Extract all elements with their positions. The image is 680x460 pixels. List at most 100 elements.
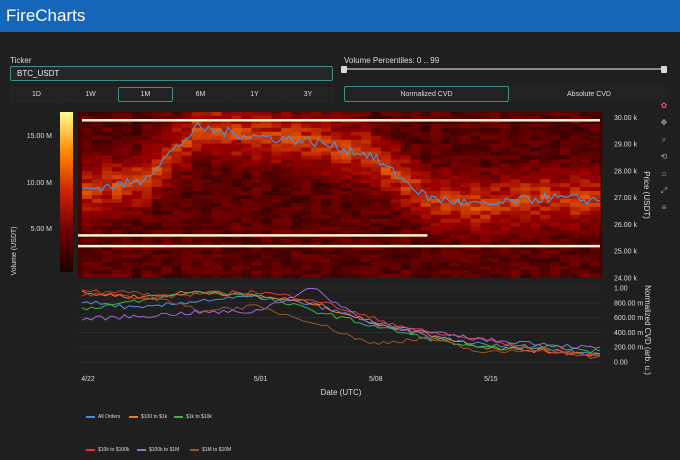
x-axis: 4/22 5/01 5/08 5/15	[81, 376, 498, 383]
heatmap-cell	[580, 112, 591, 117]
heatmap-cell	[251, 167, 262, 172]
heatmap-cell	[92, 175, 103, 180]
heatmap-cell	[281, 155, 292, 160]
heatmap-cell	[201, 226, 212, 231]
pan-icon[interactable]: ✥	[659, 118, 669, 128]
heatmap-cell	[530, 234, 541, 239]
heatmap-cell	[331, 155, 342, 160]
heatmap-cell	[111, 159, 123, 164]
heatmap-cell	[151, 127, 163, 133]
heatmap-cell	[470, 195, 481, 200]
heatmap-cell	[221, 199, 232, 204]
heatmap-cell	[550, 218, 561, 223]
heatmap-cell	[500, 238, 511, 243]
legend-item[interactable]: All Orders	[86, 414, 120, 420]
heatmap-cell	[560, 131, 571, 137]
heatmap-cell	[291, 187, 302, 192]
heatmap-cell	[410, 199, 422, 204]
legend-item[interactable]: $100k to $1M	[137, 447, 179, 453]
heatmap-cell	[311, 214, 322, 220]
lasso-icon[interactable]: ⟲	[659, 152, 669, 162]
heatmap-cell	[131, 199, 143, 204]
heatmap-cell	[161, 191, 173, 196]
heatmap-cell	[161, 112, 173, 117]
heatmap-cell	[560, 250, 571, 255]
heatmap-cell	[480, 151, 491, 156]
heatmap-cell	[221, 135, 232, 140]
hover-icon[interactable]: ≡	[659, 203, 669, 213]
heatmap-cell	[430, 183, 442, 188]
heatmap-cell	[470, 274, 481, 278]
heatmap-cell	[241, 214, 252, 220]
heatmap-cell	[241, 202, 252, 208]
heatmap-cell	[520, 135, 531, 140]
heatmap-cell	[231, 151, 242, 156]
legend-item[interactable]: $1k to $10k	[174, 414, 212, 420]
heatmap-cell	[131, 195, 143, 200]
heatmap-cell	[261, 147, 272, 152]
legend-item[interactable]: $1M to $10M	[190, 447, 231, 453]
price-tick: 27.00 k	[614, 195, 637, 202]
heatmap-cell	[370, 238, 382, 243]
heatmap-cell	[151, 175, 163, 180]
heatmap-cell	[351, 159, 362, 164]
heatmap-cell	[201, 151, 212, 156]
heatmap-cell	[351, 171, 362, 176]
heatmap-cell	[540, 123, 551, 129]
heatmap-cell	[500, 143, 511, 148]
heatmap-cell	[430, 187, 442, 192]
reset-icon[interactable]: ⌂	[659, 169, 669, 179]
heatmap-cell	[101, 270, 113, 275]
heatmap-cell	[331, 218, 342, 223]
heatmap-cell	[301, 238, 312, 243]
heatmap-cell	[450, 171, 462, 176]
heatmap-cell	[151, 226, 163, 231]
heatmap-cell	[380, 139, 392, 144]
autoscale-icon[interactable]: ⤢	[659, 186, 669, 196]
heatmap-cell	[510, 127, 521, 133]
heatmap-cell	[211, 135, 222, 140]
heatmap-cell	[470, 258, 481, 263]
heatmap-cell	[400, 214, 412, 220]
heatmap-cell	[221, 238, 232, 243]
heatmap-cell	[410, 210, 422, 216]
plotly-logo-icon[interactable]: ✿	[659, 101, 669, 111]
legend-item[interactable]: $100 to $1k	[129, 414, 167, 420]
heatmap-cell	[520, 266, 531, 271]
heatmap-cell	[151, 218, 163, 223]
x-tick: 4/22	[81, 376, 95, 383]
heatmap-cell	[530, 112, 541, 117]
legend-item[interactable]: $10k to $100k	[86, 447, 129, 453]
zoom-icon[interactable]: ⌕	[659, 135, 669, 145]
heatmap-cell	[540, 218, 551, 223]
heatmap-cell	[430, 147, 442, 152]
heatmap-cell	[211, 151, 222, 156]
heatmap-cell	[580, 123, 591, 129]
heatmap-cell	[520, 175, 531, 180]
heatmap-cell	[530, 274, 541, 278]
heatmap-cell	[141, 270, 153, 275]
heatmap-cell	[590, 210, 601, 216]
heatmap-cell	[151, 214, 163, 220]
heatmap-cell	[101, 175, 113, 180]
heatmap-cell	[281, 112, 292, 117]
heatmap-cell	[420, 112, 432, 117]
heatmap-cell	[271, 266, 282, 271]
heatmap-cell	[410, 127, 422, 133]
heatmap-cell	[221, 195, 232, 200]
heatmap-cell	[590, 214, 601, 220]
heatmap-cell	[341, 135, 352, 140]
heatmap-cell	[370, 202, 382, 208]
heatmap-cell	[141, 210, 153, 216]
heatmap-cell	[560, 187, 571, 192]
heatmap-cell	[500, 206, 511, 212]
heatmap-cell	[82, 270, 93, 275]
heatmap-cell	[400, 274, 412, 278]
heatmap-cell	[261, 250, 272, 255]
heatmap-cell	[410, 238, 422, 243]
heatmap-cell	[331, 195, 342, 200]
heatmap-cell	[540, 175, 551, 180]
heatmap-cell	[311, 222, 322, 227]
heatmap-cell	[271, 202, 282, 208]
heatmap-cell	[570, 127, 581, 133]
